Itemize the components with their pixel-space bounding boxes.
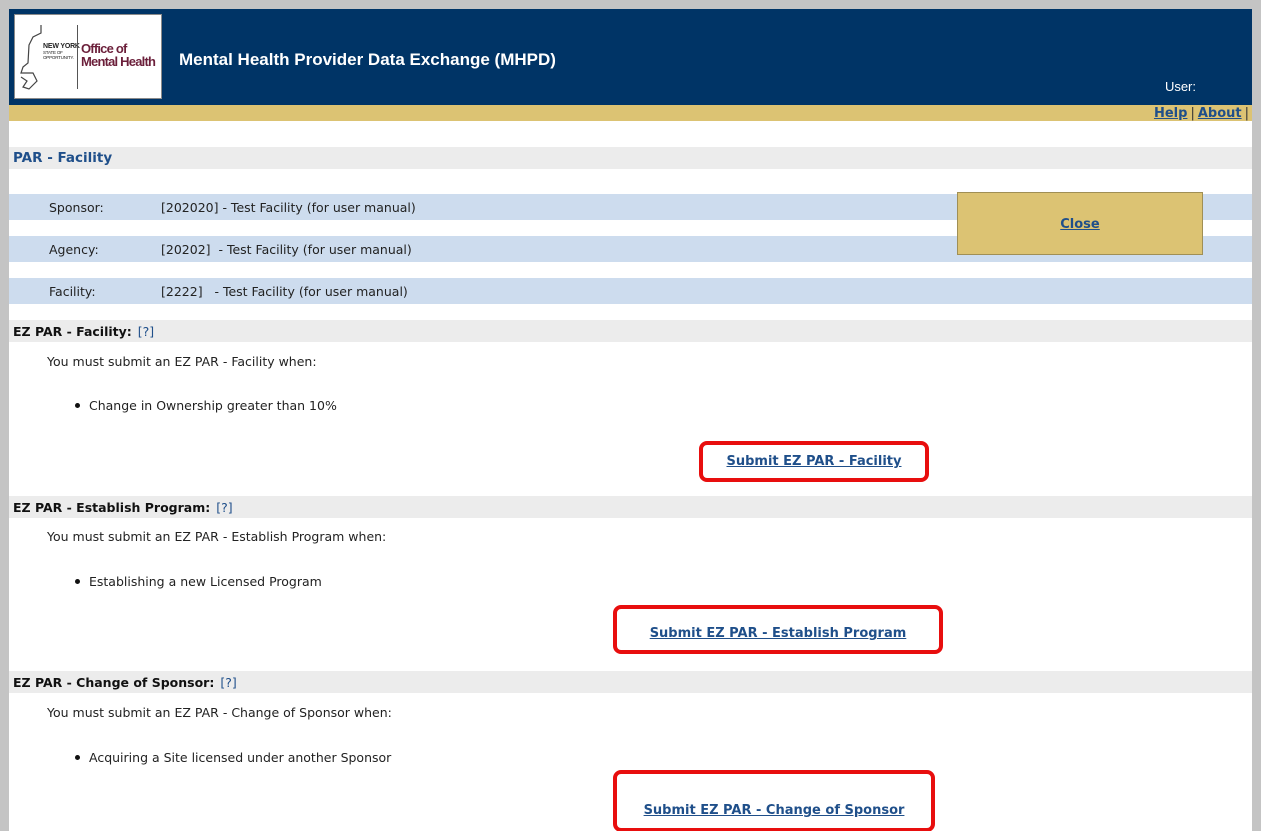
page-title: PAR - Facility: [13, 150, 113, 166]
submit-highlight: Submit EZ PAR - Facility: [699, 441, 929, 482]
list-item: Acquiring a Site licensed under another …: [75, 750, 391, 765]
top-links: Help | About |: [1154, 106, 1252, 121]
link-separator: |: [1244, 106, 1249, 121]
page-title-bar: PAR - Facility: [9, 147, 1252, 169]
ny-state-wordmark: NEW YORK STATE OF OPPORTUNITY.: [43, 43, 80, 60]
agency-value: [20202] - Test Facility (for user manual…: [161, 242, 412, 257]
bullet-icon: [75, 579, 80, 584]
about-link[interactable]: About: [1198, 106, 1242, 121]
facility-row: Facility: [2222] - Test Facility (for us…: [9, 278, 1252, 304]
app-title: Mental Health Provider Data Exchange (MH…: [179, 50, 556, 69]
agency-label: Agency:: [49, 242, 99, 257]
omh-wordmark: Office of Mental Health: [81, 41, 156, 69]
header-accent-bar: [9, 105, 1252, 121]
help-icon[interactable]: [?]: [216, 500, 232, 515]
section-title: EZ PAR - Establish Program: [?]: [13, 500, 233, 515]
help-icon[interactable]: [?]: [138, 324, 154, 339]
section-description: You must submit an EZ PAR - Facility whe…: [47, 354, 317, 369]
facility-value: [2222] - Test Facility (for user manual): [161, 284, 408, 299]
logo-divider: [77, 25, 78, 89]
section-title: EZ PAR - Facility: [?]: [13, 324, 155, 339]
section-header-facility: EZ PAR - Facility: [?]: [9, 320, 1252, 342]
page-content: NEW YORK STATE OF OPPORTUNITY. Office of…: [9, 9, 1252, 831]
list-item: Change in Ownership greater than 10%: [75, 398, 337, 413]
submit-ez-par-establish-program-button[interactable]: Submit EZ PAR - Establish Program: [617, 626, 939, 641]
section-description: You must submit an EZ PAR - Establish Pr…: [47, 529, 387, 544]
close-panel: Close: [957, 192, 1203, 255]
help-icon[interactable]: [?]: [220, 675, 236, 690]
section-header-change-of-sponsor: EZ PAR - Change of Sponsor: [?]: [9, 671, 1252, 693]
ny-state-outline-icon: [20, 25, 42, 90]
submit-highlight: Submit EZ PAR - Establish Program: [613, 605, 943, 654]
close-button[interactable]: Close: [958, 217, 1202, 232]
section-title: EZ PAR - Change of Sponsor: [?]: [13, 675, 237, 690]
bullet-icon: [75, 755, 80, 760]
submit-ez-par-change-of-sponsor-button[interactable]: Submit EZ PAR - Change of Sponsor: [617, 803, 931, 818]
browser-frame: NEW YORK STATE OF OPPORTUNITY. Office of…: [0, 0, 1261, 831]
section-header-establish-program: EZ PAR - Establish Program: [?]: [9, 496, 1252, 518]
link-separator: |: [1190, 106, 1195, 121]
user-label: User:: [1164, 79, 1196, 94]
list-item: Establishing a new Licensed Program: [75, 574, 322, 589]
bullet-icon: [75, 403, 80, 408]
help-link[interactable]: Help: [1154, 106, 1187, 121]
submit-highlight: Submit EZ PAR - Change of Sponsor: [613, 770, 935, 831]
section-description: You must submit an EZ PAR - Change of Sp…: [47, 705, 392, 720]
sponsor-value: [202020] - Test Facility (for user manua…: [161, 200, 416, 215]
sponsor-label: Sponsor:: [49, 200, 104, 215]
facility-label: Facility:: [49, 284, 96, 299]
omh-logo: NEW YORK STATE OF OPPORTUNITY. Office of…: [14, 14, 162, 99]
app-header: NEW YORK STATE OF OPPORTUNITY. Office of…: [9, 9, 1252, 105]
submit-ez-par-facility-button[interactable]: Submit EZ PAR - Facility: [703, 454, 925, 469]
